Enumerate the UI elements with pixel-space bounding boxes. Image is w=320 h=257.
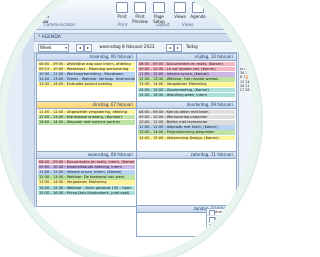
send-now-button[interactable]: Send Now	[36, 2, 52, 24]
day-cell[interactable]: woensdag, 08 februari 08:30 - 09:00 : Doc…	[36, 151, 137, 207]
mini-calendar[interactable]: m d w 30 31 1 6 7 8 13 14 15 20 21 22 27…	[240, 67, 254, 92]
calendar-event[interactable]: 13:00 - 14:00 : Projectplanning bespreke…	[138, 130, 235, 135]
calendar-event[interactable]: 08:30 - 09:00 : Documenten en mails, int…	[38, 159, 135, 165]
printer-icon	[116, 2, 128, 13]
today-button[interactable]: Today	[186, 44, 198, 50]
previous-button[interactable]: ◂	[76, 44, 84, 52]
day-header: dinsdag, 07 februari	[37, 102, 136, 109]
task-row[interactable]: Factuur aanvragen	[207, 216, 254, 223]
calendar-event[interactable]: 15:30 - 16:30 : Prima Dels Klantenkerk, …	[38, 190, 135, 196]
current-date[interactable]: woensdag 8 februari 2023	[94, 44, 160, 50]
calendar-event[interactable]: 15:30 - 16:30 : Afsluiting week, intern	[138, 92, 235, 98]
calendar-event[interactable]: 13:30 - 14:00 : Vergaderen Marketing	[38, 180, 135, 185]
task-list: Antwoord: Leveranc... Factuur aanvragen Do…	[206, 208, 254, 257]
mini-calendar-day[interactable]: 1	[251, 88, 253, 92]
send-email-button[interactable]: Send Email	[18, 2, 34, 24]
day-header: donderdag, 09 februari	[137, 102, 236, 109]
day-header: zaterdag, 11 februari	[137, 152, 236, 159]
email-icon	[20, 2, 32, 13]
page-setup-icon	[153, 2, 165, 13]
ribbon-toolbar: Send Email Send Now Print Print Preview …	[6, 0, 254, 30]
day-cell[interactable]: zaterdag, 11 februari	[136, 151, 237, 206]
chevron-down-icon: ▾	[65, 46, 67, 50]
page-setup-button[interactable]: Page Setup	[151, 2, 167, 24]
calendar-event[interactable]: 13:00 - 14:00 : Afspraak met externe par…	[38, 119, 135, 125]
calendar-event[interactable]: 10:00 - 11:00 : Bellen met leverancier	[138, 119, 235, 125]
calendar-event[interactable]: 13:30 - 14:00 : Vergaderen Marketing	[138, 82, 235, 87]
view-select[interactable]: Week ▾	[38, 44, 69, 52]
task-label: Factuur aanvragen	[215, 217, 249, 221]
date-next-button[interactable]: ▸	[174, 44, 182, 52]
calendar-event[interactable]: 11:00 - 12:00 : Uitgestelde vergadering,…	[38, 109, 135, 115]
calendar-event[interactable]: 11:00 - 12:00 : Interne scrum, (Kamer)	[138, 71, 235, 77]
calendar-event[interactable]: 11:00 - 12:00 : Afspraak met klant, (Kam…	[138, 125, 235, 130]
day-header: vrijdag, 10 februari	[137, 54, 236, 61]
calendar-event[interactable]: 08:00 - 09:00 : Kennis delen met team	[138, 109, 235, 115]
calendar-event[interactable]: 12:00 - 13:00 : Teams - Webinar: Verkoop…	[38, 77, 135, 82]
calendar-event[interactable]: 09:15 - 10:00 : Weekstart - Maandag werk…	[38, 66, 135, 72]
preview-icon	[134, 2, 146, 13]
task-row[interactable]: Antwoord: Leveranc...	[207, 209, 254, 216]
day-cell[interactable]: vrijdag, 10 februari 08:30 - 09:00 : Docu…	[136, 53, 237, 102]
task-label: Antwoord: Leveranc...	[215, 210, 254, 214]
ribbon-group-label: Print	[118, 22, 128, 27]
calendar-event[interactable]: 14:00 - 15:00 : Zoommeeting, (Kamer)	[138, 87, 235, 93]
calendar-event[interactable]: 09:00 - 10:00 : Werkoverleg projecten	[138, 114, 235, 120]
send-icon	[38, 2, 50, 13]
views-icon	[174, 2, 186, 13]
circular-crop-frame: Send Email Send Now Print Print Preview …	[6, 0, 254, 257]
day-cell[interactable]: dinsdag, 07 februari 11:00 - 12:00 : Uitg…	[36, 101, 137, 152]
module-title: * AGENDA	[34, 33, 239, 42]
calendar-event[interactable]: 14:00 - 15:30 : Webinar - Vorm gevoerd 1…	[38, 185, 135, 191]
calendar-event[interactable]: 11:00 - 12:00 : Interne scrum, intern, (…	[38, 169, 135, 175]
calendar-event[interactable]: 10:30 - 11:00 : Werkvoorbereiding - Bouw…	[38, 71, 135, 77]
day-cell[interactable]: donderdag, 09 februari 08:00 - 09:00 : Ke…	[136, 101, 237, 152]
ribbon-group-label: Views	[182, 22, 194, 27]
ribbon-group-label: Layout	[156, 22, 170, 27]
calendar-event[interactable]: 09:00 - 10:30 : Kwaliteitsaudit afdeling…	[38, 164, 135, 170]
next-button[interactable]: ▸	[84, 44, 92, 52]
day-header: woensdag, 08 februari	[37, 152, 136, 159]
navigation-rail[interactable]	[22, 30, 35, 257]
mini-calendar-day[interactable]: 1	[251, 71, 253, 75]
day-cell[interactable]: maandag, 06 februari 08:00 - 09:00 : Afst…	[36, 53, 137, 102]
print-button[interactable]: Print	[114, 2, 130, 19]
ribbon-group-label: Communication	[44, 22, 76, 27]
calendar-icon	[192, 2, 204, 13]
calendar-event[interactable]: 09:00 - 10:30 : Le vel Update call, (Kam…	[138, 66, 235, 72]
calendar-event[interactable]: 08:30 - 09:00 : Documenten en mails, (Ka…	[138, 61, 235, 67]
calendar-event[interactable]: 12:30 - 13:30 : Webinar: De toekomst van…	[38, 175, 135, 180]
print-preview-button[interactable]: Print Preview	[132, 2, 148, 24]
calendar-toolbar: Week ▾ ◂ ▸ woensdag 8 februari 2023 ◂ ▸ T…	[34, 42, 239, 53]
calendar-event[interactable]: 14:00 - 15:00 : Afstemming Design, (Kame…	[138, 135, 235, 141]
views-button[interactable]: Views	[172, 2, 188, 19]
calendar-event[interactable]: 13:30 - 14:00 : Evaluatie project overle…	[38, 82, 135, 87]
day-header: maandag, 06 februari	[37, 54, 136, 61]
calendar-event[interactable]: 12:00 - 13:00 : Klantsessie ontwerp, (Ka…	[38, 114, 135, 120]
agenda-button[interactable]: Agenda	[190, 2, 206, 19]
calendar-app: Send Email Send Now Print Print Preview …	[6, 0, 254, 257]
checkbox-icon[interactable]	[209, 224, 215, 229]
calendar-event[interactable]: 08:00 - 09:00 : Afstelijkse dag voor int…	[38, 61, 135, 67]
task-row[interactable]: Document opsturen	[207, 223, 254, 230]
task-label: Document opsturen	[215, 224, 251, 228]
mini-calendar-week: 27 28 1	[240, 88, 254, 92]
calendar-event[interactable]: 12:30 - 13:30 : Webinar: Het nieuwe werk…	[138, 77, 235, 82]
date-prev-button[interactable]: ◂	[166, 44, 174, 52]
